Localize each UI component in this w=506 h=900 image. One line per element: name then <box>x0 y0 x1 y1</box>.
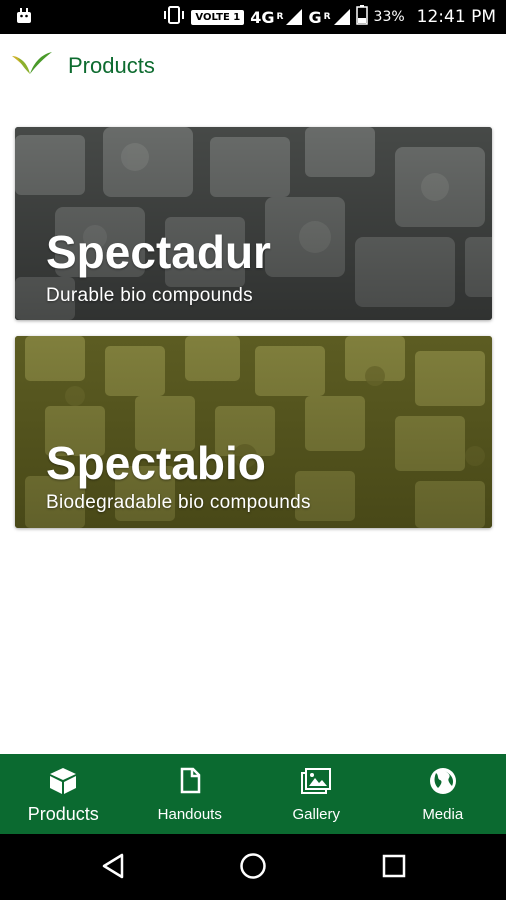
product-card-spectabio[interactable]: Spectabio Biodegradable bio compounds <box>15 336 492 528</box>
android-icon <box>14 6 34 31</box>
home-icon[interactable] <box>239 852 267 885</box>
nav-label: Handouts <box>157 806 222 823</box>
nav-item-products[interactable]: Products <box>0 754 127 834</box>
product-card-spectadur[interactable]: Spectadur Durable bio compounds <box>15 127 492 320</box>
signal-4g-label: 4G <box>250 7 275 27</box>
volte-badge: VOLTE 1 <box>191 9 245 25</box>
app-bar: Products <box>0 34 506 96</box>
system-navigation-bar <box>0 834 506 900</box>
leaf-logo-icon <box>10 50 54 83</box>
signal-icon <box>286 9 303 25</box>
battery-icon <box>355 5 368 29</box>
bottom-navigation: Products Handouts Gallery Media <box>0 754 506 834</box>
image-icon <box>300 766 332 796</box>
clock: 12:41 PM <box>416 7 496 27</box>
signal-g: GR <box>308 7 350 27</box>
nav-label: Gallery <box>292 806 340 823</box>
card-subtitle: Biodegradable bio compounds <box>46 492 311 513</box>
nav-item-media[interactable]: Media <box>380 754 506 834</box>
status-bar: VOLTE 1 4G R GR 33% 12:41 PM <box>0 0 506 34</box>
signal-4g-roaming: R <box>276 12 284 22</box>
nav-label: Media <box>422 806 464 823</box>
nav-label: Products <box>27 804 99 824</box>
signal-4g: 4G R <box>250 7 303 27</box>
vibrate-icon <box>163 6 185 28</box>
nav-item-handouts[interactable]: Handouts <box>127 754 254 834</box>
card-subtitle: Durable bio compounds <box>46 285 253 306</box>
battery-percent: 33% <box>373 9 405 25</box>
document-icon <box>178 766 202 796</box>
card-title: Spectabio <box>46 437 266 489</box>
card-title: Spectadur <box>46 226 271 278</box>
signal-g-roaming: R <box>323 12 331 22</box>
recents-icon[interactable] <box>381 852 407 885</box>
screen: VOLTE 1 4G R GR 33% 12:41 PM Products Sp… <box>0 0 506 900</box>
page-title: Products <box>68 53 155 78</box>
cube-icon <box>48 766 78 796</box>
signal-icon-2 <box>333 9 350 25</box>
nav-item-gallery[interactable]: Gallery <box>253 754 380 834</box>
globe-icon <box>428 766 458 796</box>
signal-g-label: G <box>308 7 322 27</box>
back-icon[interactable] <box>100 852 126 885</box>
